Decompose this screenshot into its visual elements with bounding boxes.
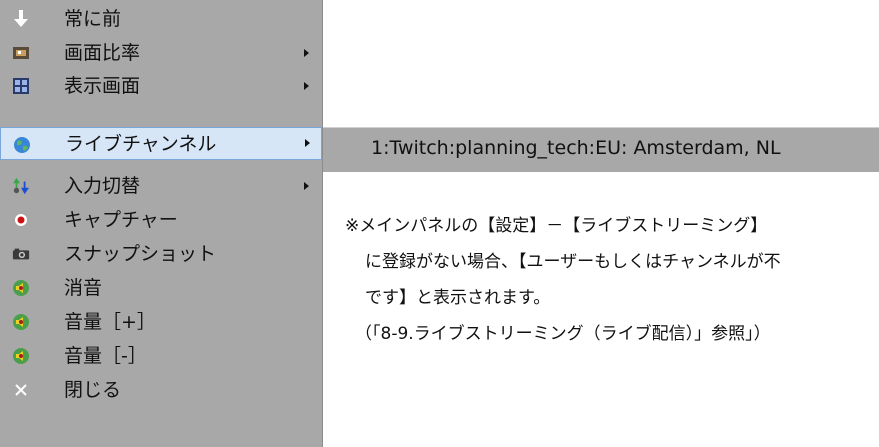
down-arrow-icon	[12, 10, 30, 28]
menu-item-close[interactable]: 閉じる	[0, 373, 322, 407]
menu-item-label: スナップショット	[64, 243, 217, 265]
menu-item-label: キャプチャー	[64, 209, 178, 231]
menu-item-label: 消音	[64, 277, 103, 299]
menu-item-always-on-top[interactable]: 常に前	[0, 2, 322, 36]
live-channel-submenu: 1:Twitch:planning_tech:EU: Amsterdam, NL	[323, 127, 879, 172]
menu-item-snapshot[interactable]: スナップショット	[0, 237, 322, 271]
note-line-1: ※メインパネルの【設定】－【ライブストリーミング】	[345, 216, 768, 236]
camera-icon	[12, 245, 30, 263]
menu-item-capture[interactable]: キャプチャー	[0, 203, 322, 237]
menu-item-label: 表示画面	[64, 75, 141, 97]
speaker-icon	[12, 279, 30, 297]
context-menu: 常に前 画面比率 表示画面 ライブチャンネル 入力切替 キャプチャー スナップシ…	[0, 0, 323, 447]
menu-item-input-switch[interactable]: 入力切替	[0, 169, 322, 203]
menu-item-label: 常に前	[64, 8, 122, 30]
menu-item-label: ライブチャンネル	[65, 133, 217, 155]
menu-item-volume-down[interactable]: 音量［-］	[0, 339, 322, 373]
chevron-right-icon	[304, 49, 309, 57]
menu-item-label: 閉じる	[64, 379, 122, 401]
close-icon	[12, 381, 30, 399]
chevron-right-icon	[305, 139, 310, 147]
chevron-right-icon	[304, 182, 309, 190]
speaker-icon	[12, 347, 30, 365]
menu-item-aspect-ratio[interactable]: 画面比率	[0, 36, 322, 70]
chevron-right-icon	[304, 82, 309, 90]
menu-item-label: 画面比率	[64, 42, 141, 64]
menu-item-label: 音量［+］	[64, 311, 156, 333]
menu-item-mute[interactable]: 消音	[0, 271, 322, 305]
menu-item-display-screen[interactable]: 表示画面	[0, 69, 322, 103]
menu-item-label: 音量［-］	[64, 345, 147, 367]
menu-item-live-channel[interactable]: ライブチャンネル	[0, 127, 322, 160]
submenu-item-channel[interactable]: 1:Twitch:planning_tech:EU: Amsterdam, NL	[371, 137, 781, 159]
aspect-ratio-icon	[12, 44, 30, 62]
speaker-icon	[12, 313, 30, 331]
display-screen-icon	[12, 77, 30, 95]
menu-item-volume-up[interactable]: 音量［+］	[0, 305, 322, 339]
note-line-2: に登録がない場合、【ユーザーもしくはチャンネルが不	[365, 252, 781, 272]
input-switch-icon	[12, 177, 30, 195]
note-line-4: （「8-9.ライブストリーミング（ライブ配信）」参照」）	[355, 324, 771, 344]
globe-icon	[13, 136, 31, 154]
note-line-3: です】と表示されます。	[365, 288, 551, 308]
record-icon	[12, 211, 30, 229]
menu-item-label: 入力切替	[64, 175, 141, 197]
